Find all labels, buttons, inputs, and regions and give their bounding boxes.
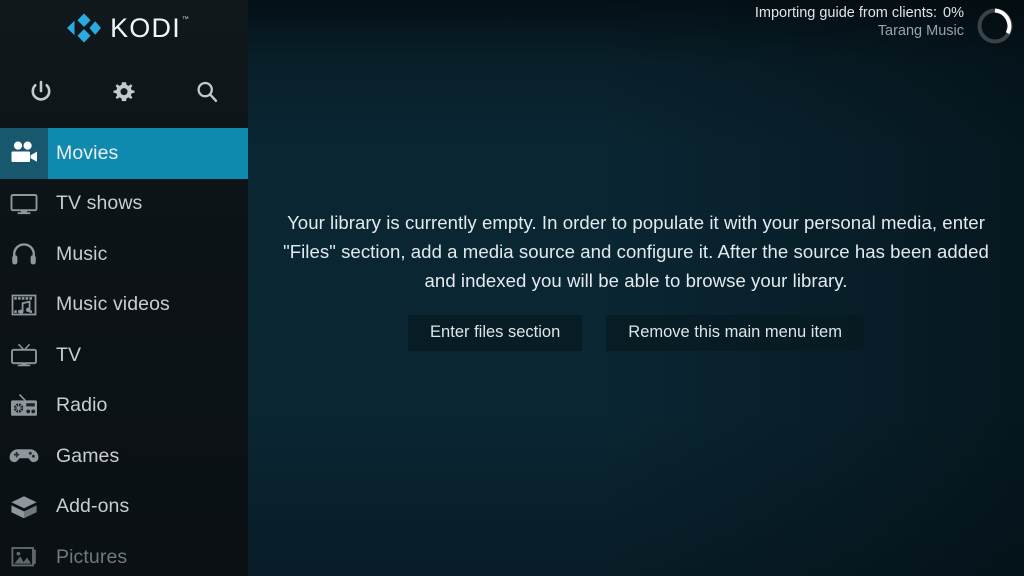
status-area: Importing guide from clients: 0% Tarang M… [755, 0, 1024, 54]
remove-main-menu-item-button[interactable]: Remove this main menu item [606, 314, 864, 351]
sidebar-item-label: Music videos [56, 293, 170, 316]
search-button[interactable] [165, 58, 248, 126]
sidebar: KODI ™ Movies TV shows Music Music video… [0, 0, 248, 576]
sidebar-icon-cell [0, 179, 48, 230]
radio-icon [11, 393, 37, 416]
status-detail: Tarang Music [877, 23, 964, 39]
status-text: Importing guide from clients: 0% Tarang M… [755, 4, 974, 40]
kodi-window: Your library is currently empty. In orde… [0, 0, 1024, 576]
sidebar-item-label: TV shows [56, 192, 143, 215]
movie-camera-icon [11, 141, 37, 163]
sidebar-item-label: Movies [56, 141, 119, 164]
sidebar-icon-cell [0, 128, 48, 179]
app-logo-text: KODI ™ [110, 12, 190, 43]
gear-icon [113, 82, 135, 102]
television-icon [11, 343, 37, 367]
sidebar-icon-cell [0, 431, 48, 482]
headphones-icon [12, 243, 36, 265]
sidebar-icon-cell [0, 280, 48, 331]
sidebar-item-label: Radio [56, 394, 108, 417]
sidebar-icon-cell [0, 330, 48, 381]
monitor-icon [10, 193, 38, 214]
search-icon [197, 81, 217, 102]
sidebar-icon-cell [0, 229, 48, 280]
sidebar-item-radio[interactable]: Radio [0, 381, 248, 432]
picture-icon [11, 547, 36, 567]
trademark-symbol: ™ [181, 15, 190, 23]
sidebar-item-movies[interactable]: Movies [0, 128, 248, 179]
sidebar-item-add-ons[interactable]: Add-ons [0, 482, 248, 533]
status-message: Importing guide from clients: [754, 5, 938, 21]
sidebar-item-tv[interactable]: TV [0, 330, 248, 381]
status-message-line: Importing guide from clients: 0% [755, 4, 964, 22]
kodi-logo-icon [67, 13, 102, 43]
power-icon [31, 80, 51, 101]
sidebar-item-label: Add-ons [56, 495, 130, 518]
sidebar-menu: Movies TV shows Music Music videos TV Ra… [0, 128, 248, 576]
sidebar-item-label: Music [56, 242, 108, 265]
sidebar-action-bar [0, 58, 248, 126]
empty-library-panel: Your library is currently empty. In orde… [280, 208, 992, 351]
sidebar-item-label: Pictures [56, 545, 128, 568]
sidebar-item-tv-shows[interactable]: TV shows [0, 179, 248, 230]
status-percent: 0% [943, 5, 964, 21]
film-music-icon [11, 294, 37, 316]
enter-files-section-button[interactable]: Enter files section [408, 314, 583, 351]
loading-spinner-icon [977, 8, 1013, 44]
sidebar-item-label: Games [56, 444, 120, 467]
sidebar-item-pictures[interactable]: Pictures [0, 532, 248, 576]
main-content: Your library is currently empty. In orde… [248, 0, 1024, 576]
sidebar-icon-cell [0, 381, 48, 432]
sidebar-icon-cell [0, 482, 48, 533]
sidebar-item-games[interactable]: Games [0, 431, 248, 482]
empty-library-actions: Enter files section Remove this main men… [280, 314, 992, 351]
power-button[interactable] [0, 58, 83, 126]
sidebar-icon-cell [0, 532, 48, 576]
empty-library-message: Your library is currently empty. In orde… [283, 211, 989, 291]
box-icon [11, 495, 37, 518]
gamepad-icon [9, 449, 39, 463]
settings-button[interactable] [83, 58, 166, 126]
sidebar-item-music-videos[interactable]: Music videos [0, 280, 248, 331]
app-logo: KODI ™ [0, 0, 248, 56]
sidebar-item-label: TV [56, 343, 82, 366]
sidebar-item-music[interactable]: Music [0, 229, 248, 280]
